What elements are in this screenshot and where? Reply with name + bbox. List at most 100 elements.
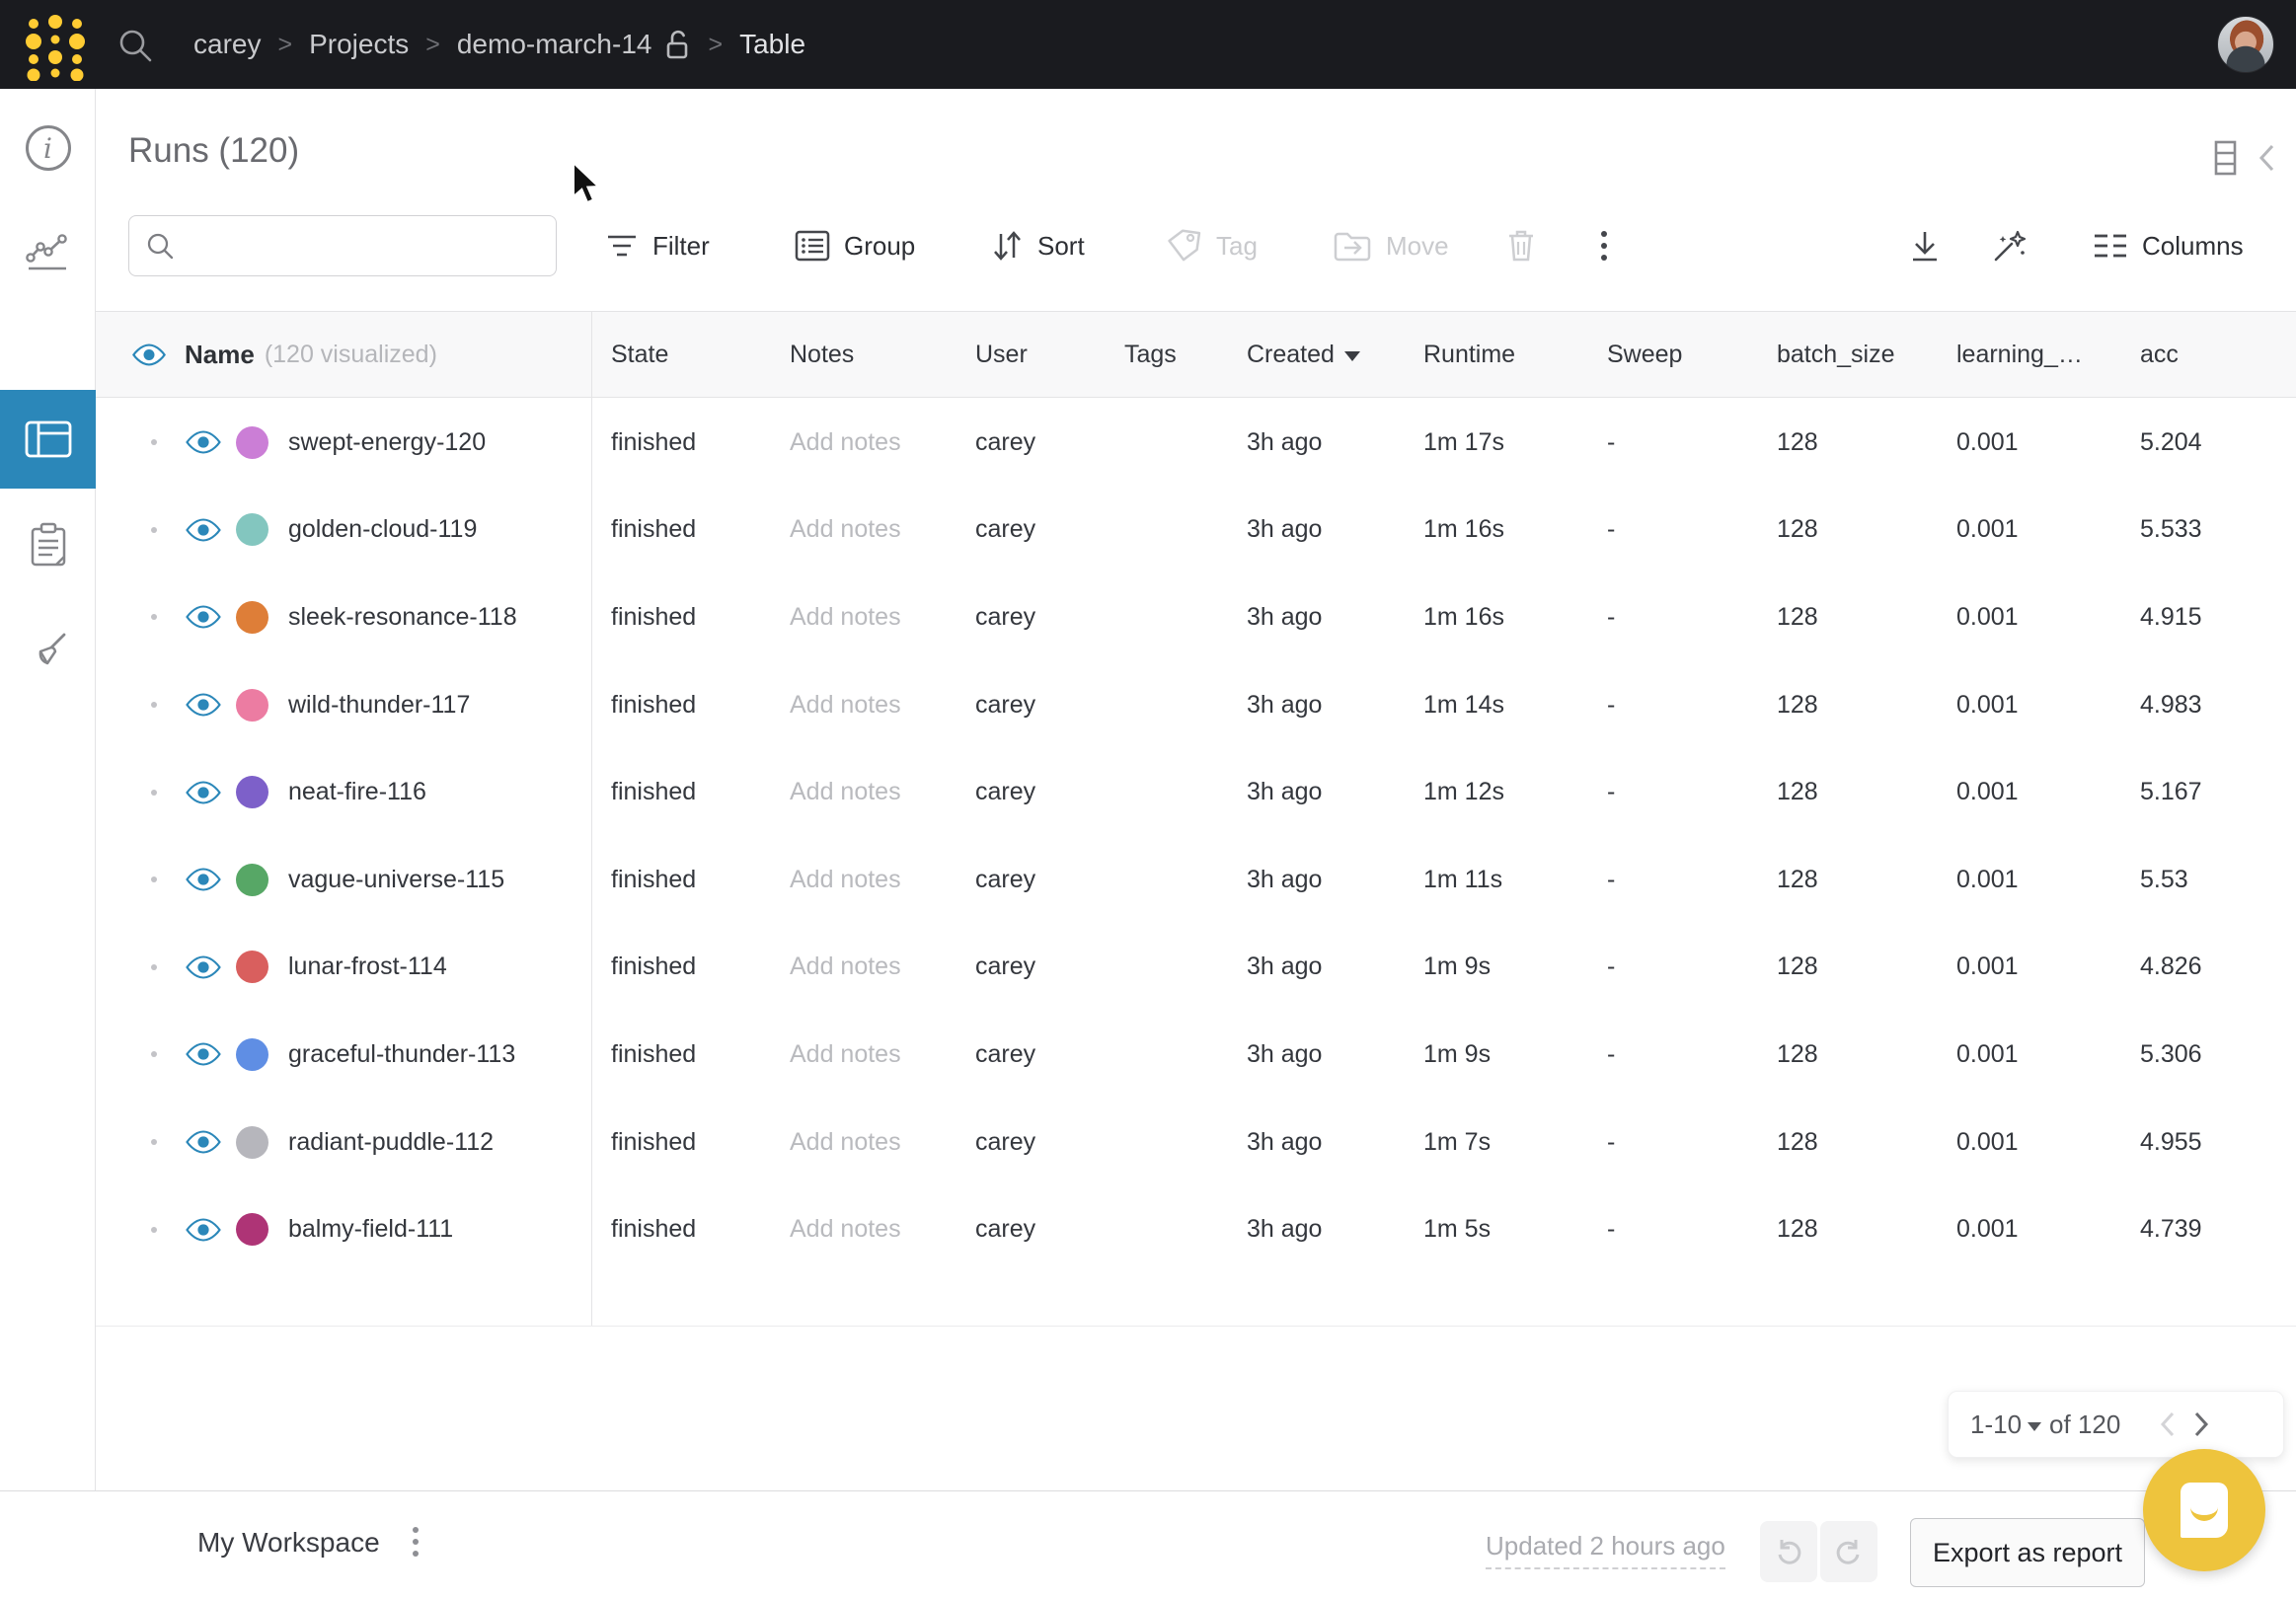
run-user[interactable]: carey <box>956 1040 1105 1069</box>
runs-search-input[interactable] <box>187 232 542 261</box>
run-notes[interactable]: Add notes <box>770 952 956 981</box>
magic-wand-button[interactable] <box>1990 215 2029 276</box>
run-notes[interactable]: Add notes <box>770 1040 956 1069</box>
visibility-eye-icon[interactable] <box>185 429 222 455</box>
run-user[interactable]: carey <box>956 1215 1105 1244</box>
table-row[interactable]: sleek-resonance-118 finished Add notes c… <box>96 573 2296 661</box>
page-size-dropdown-icon[interactable] <box>2028 1422 2041 1431</box>
drag-handle-dot[interactable] <box>151 702 157 708</box>
next-page-button[interactable] <box>2193 1410 2209 1438</box>
sidebar-item-sweeps[interactable] <box>0 602 96 701</box>
visibility-eye-icon[interactable] <box>185 1217 222 1243</box>
sidebar-item-overview[interactable]: i <box>0 99 96 197</box>
visibility-eye-icon[interactable] <box>185 517 222 543</box>
drag-handle-dot[interactable] <box>151 876 157 882</box>
workspace-menu-kebab-icon[interactable] <box>413 1527 419 1557</box>
collapse-chevron-icon[interactable] <box>2258 143 2275 173</box>
header-created[interactable]: Created <box>1227 312 1404 397</box>
breadcrumb-entity[interactable]: carey <box>193 29 261 60</box>
run-user[interactable]: carey <box>956 428 1105 457</box>
table-row[interactable]: balmy-field-111 finished Add notes carey… <box>96 1185 2296 1273</box>
panel-stack-icon[interactable] <box>2214 140 2237 176</box>
search-icon[interactable] <box>116 27 154 64</box>
run-color-dot[interactable] <box>236 689 268 722</box>
run-user[interactable]: carey <box>956 1128 1105 1157</box>
workspace-name[interactable]: My Workspace <box>197 1527 380 1559</box>
visibility-eye-icon[interactable] <box>185 780 222 805</box>
run-notes[interactable]: Add notes <box>770 603 956 632</box>
breadcrumb-projects[interactable]: Projects <box>309 29 409 60</box>
table-row[interactable]: radiant-puddle-112 finished Add notes ca… <box>96 1099 2296 1186</box>
run-user[interactable]: carey <box>956 603 1105 632</box>
drag-handle-dot[interactable] <box>151 790 157 796</box>
drag-handle-dot[interactable] <box>151 964 157 970</box>
export-as-report-button[interactable]: Export as report <box>1910 1518 2145 1587</box>
run-name[interactable]: sleek-resonance-118 <box>288 603 517 632</box>
run-user[interactable]: carey <box>956 691 1105 720</box>
run-color-dot[interactable] <box>236 864 268 896</box>
drag-handle-dot[interactable] <box>151 439 157 445</box>
redo-button[interactable] <box>1820 1521 1877 1582</box>
table-row[interactable]: wild-thunder-117 finished Add notes care… <box>96 661 2296 749</box>
run-name[interactable]: radiant-puddle-112 <box>288 1128 494 1157</box>
header-learning-rate[interactable]: learning_… <box>1937 312 2120 397</box>
visibility-eye-icon[interactable] <box>185 867 222 892</box>
group-button[interactable]: Group <box>795 215 915 276</box>
run-user[interactable]: carey <box>956 778 1105 806</box>
run-name[interactable]: neat-fire-116 <box>288 778 426 806</box>
header-sweep[interactable]: Sweep <box>1587 312 1757 397</box>
wandb-logo[interactable] <box>20 10 91 81</box>
visibility-eye-icon[interactable] <box>185 954 222 980</box>
drag-handle-dot[interactable] <box>151 614 157 620</box>
header-acc[interactable]: acc <box>2120 312 2296 397</box>
run-color-dot[interactable] <box>236 513 268 546</box>
run-user[interactable]: carey <box>956 515 1105 544</box>
visibility-eye-icon[interactable] <box>185 1129 222 1155</box>
run-color-dot[interactable] <box>236 1038 268 1071</box>
breadcrumb-tab[interactable]: Table <box>739 29 805 60</box>
filter-button[interactable]: Filter <box>605 215 710 276</box>
run-color-dot[interactable] <box>236 1126 268 1159</box>
drag-handle-dot[interactable] <box>151 1227 157 1233</box>
header-notes[interactable]: Notes <box>770 312 956 397</box>
run-notes[interactable]: Add notes <box>770 691 956 720</box>
header-user[interactable]: User <box>956 312 1105 397</box>
run-notes[interactable]: Add notes <box>770 778 956 806</box>
header-batch-size[interactable]: batch_size <box>1757 312 1937 397</box>
page-range[interactable]: 1-10 <box>1970 1409 2022 1440</box>
run-color-dot[interactable] <box>236 426 268 459</box>
header-runtime[interactable]: Runtime <box>1404 312 1587 397</box>
table-row[interactable]: graceful-thunder-113 finished Add notes … <box>96 1011 2296 1099</box>
table-row[interactable]: lunar-frost-114 finished Add notes carey… <box>96 924 2296 1012</box>
sort-button[interactable]: Sort <box>990 215 1085 276</box>
table-row[interactable]: swept-energy-120 finished Add notes care… <box>96 399 2296 487</box>
chat-widget-button[interactable] <box>2143 1449 2265 1571</box>
drag-handle-dot[interactable] <box>151 1139 157 1145</box>
more-actions-button[interactable] <box>1601 215 1607 276</box>
run-user[interactable]: carey <box>956 952 1105 981</box>
visibility-eye-icon[interactable] <box>131 343 167 367</box>
run-name[interactable]: golden-cloud-119 <box>288 515 477 544</box>
sidebar-item-charts[interactable] <box>0 203 96 302</box>
table-row[interactable]: neat-fire-116 finished Add notes carey 3… <box>96 748 2296 836</box>
header-state[interactable]: State <box>591 312 770 397</box>
run-name[interactable]: graceful-thunder-113 <box>288 1040 515 1069</box>
run-notes[interactable]: Add notes <box>770 866 956 894</box>
run-notes[interactable]: Add notes <box>770 515 956 544</box>
sidebar-item-runs-table[interactable] <box>0 390 96 489</box>
run-color-dot[interactable] <box>236 601 268 634</box>
visibility-eye-icon[interactable] <box>185 604 222 630</box>
user-avatar[interactable] <box>2217 16 2274 73</box>
updated-timestamp[interactable]: Updated 2 hours ago <box>1486 1531 1725 1569</box>
download-csv-button[interactable] <box>1907 215 1943 276</box>
drag-handle-dot[interactable] <box>151 1051 157 1057</box>
columns-button[interactable]: Columns <box>2093 215 2244 276</box>
drag-handle-dot[interactable] <box>151 527 157 533</box>
run-name[interactable]: balmy-field-111 <box>288 1215 453 1244</box>
undo-button[interactable] <box>1760 1521 1817 1582</box>
run-name[interactable]: lunar-frost-114 <box>288 952 447 981</box>
run-notes[interactable]: Add notes <box>770 1128 956 1157</box>
header-tags[interactable]: Tags <box>1105 312 1227 397</box>
run-color-dot[interactable] <box>236 1213 268 1246</box>
table-row[interactable]: vague-universe-115 finished Add notes ca… <box>96 836 2296 924</box>
